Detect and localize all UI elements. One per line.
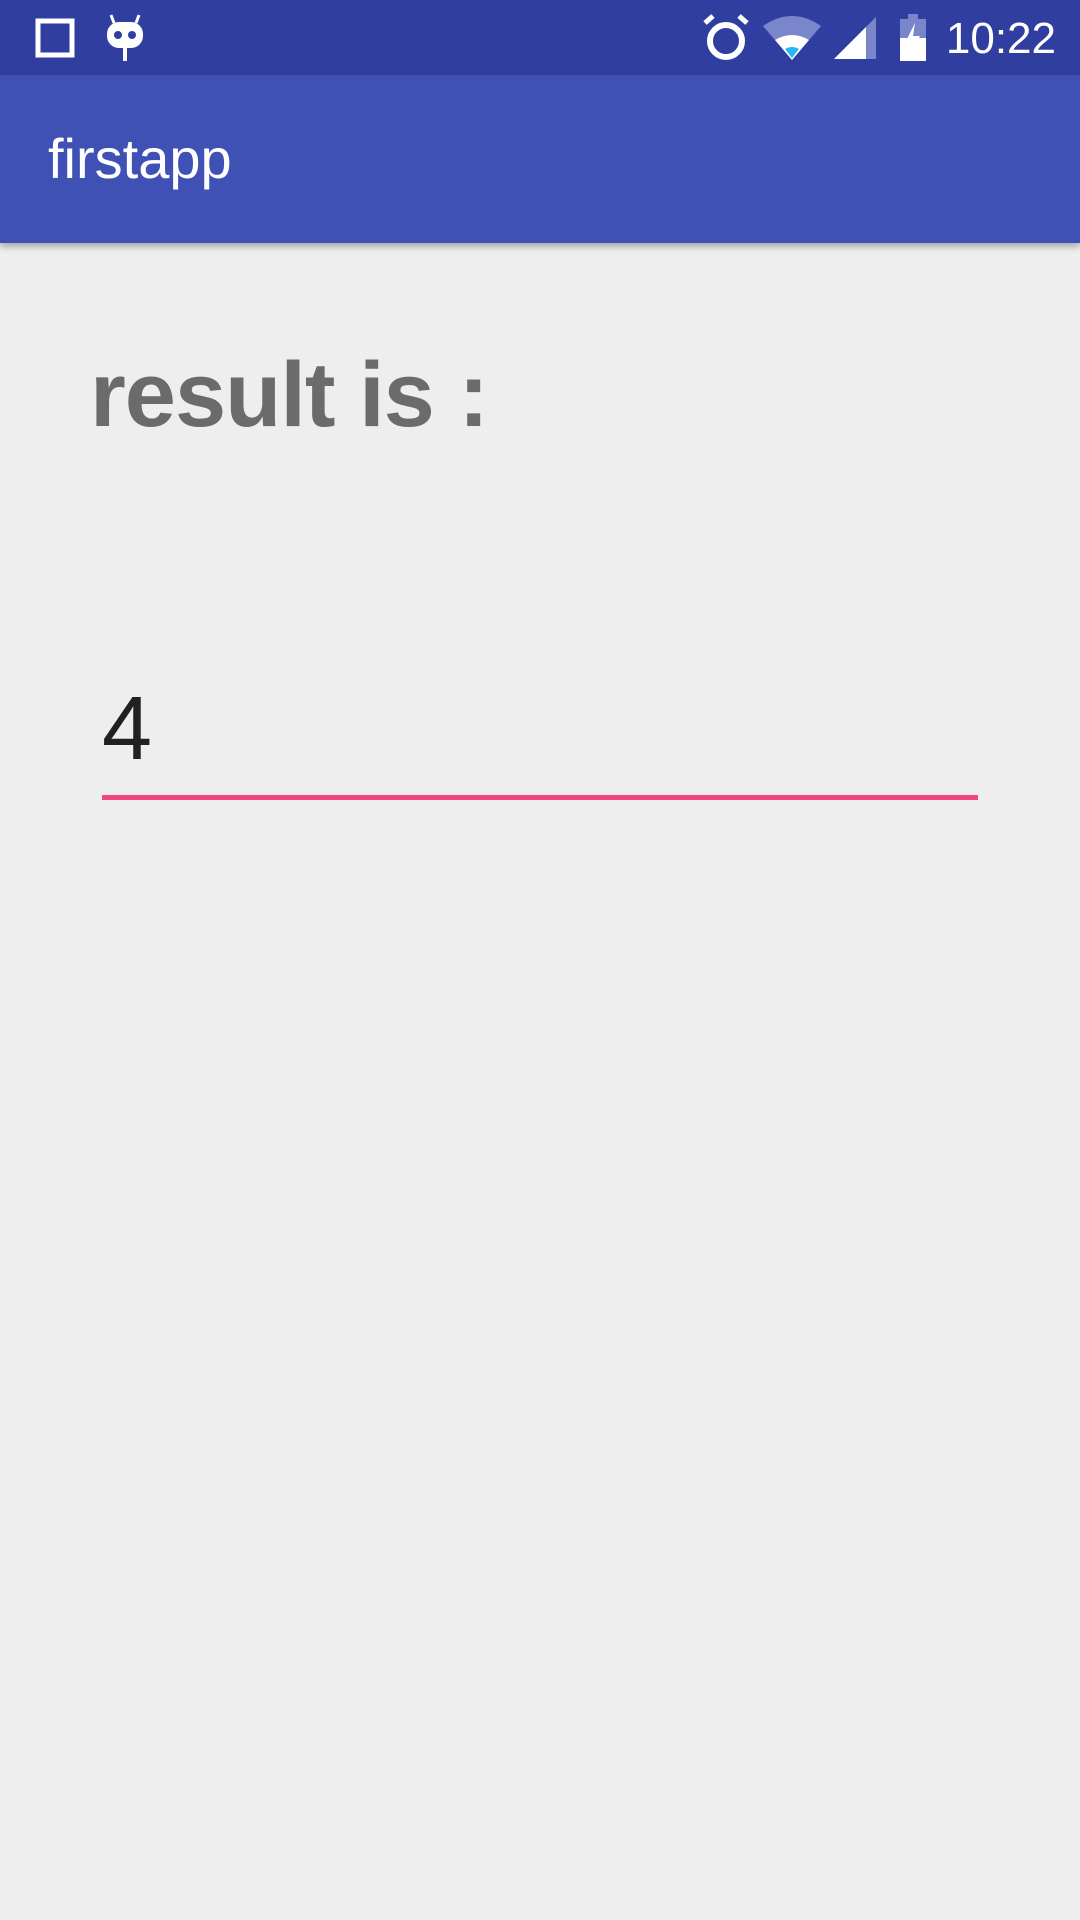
result-label: result is : bbox=[90, 344, 489, 446]
result-value: 4 bbox=[102, 679, 153, 779]
battery-charging-icon bbox=[893, 0, 933, 75]
cyanogen-mod-icon bbox=[100, 0, 150, 75]
cell-signal-icon bbox=[830, 0, 880, 75]
wifi-icon bbox=[760, 0, 824, 75]
alarm-icon bbox=[700, 0, 752, 75]
result-field[interactable]: 4 bbox=[102, 673, 978, 800]
app-title: firstapp bbox=[48, 127, 232, 190]
app-bar: firstapp bbox=[0, 75, 1080, 243]
main-content: result is : 4 bbox=[0, 243, 1080, 1920]
status-bar: 10:22 bbox=[0, 0, 1080, 75]
status-time: 10:22 bbox=[945, 14, 1056, 63]
notification-square-icon bbox=[30, 0, 80, 75]
